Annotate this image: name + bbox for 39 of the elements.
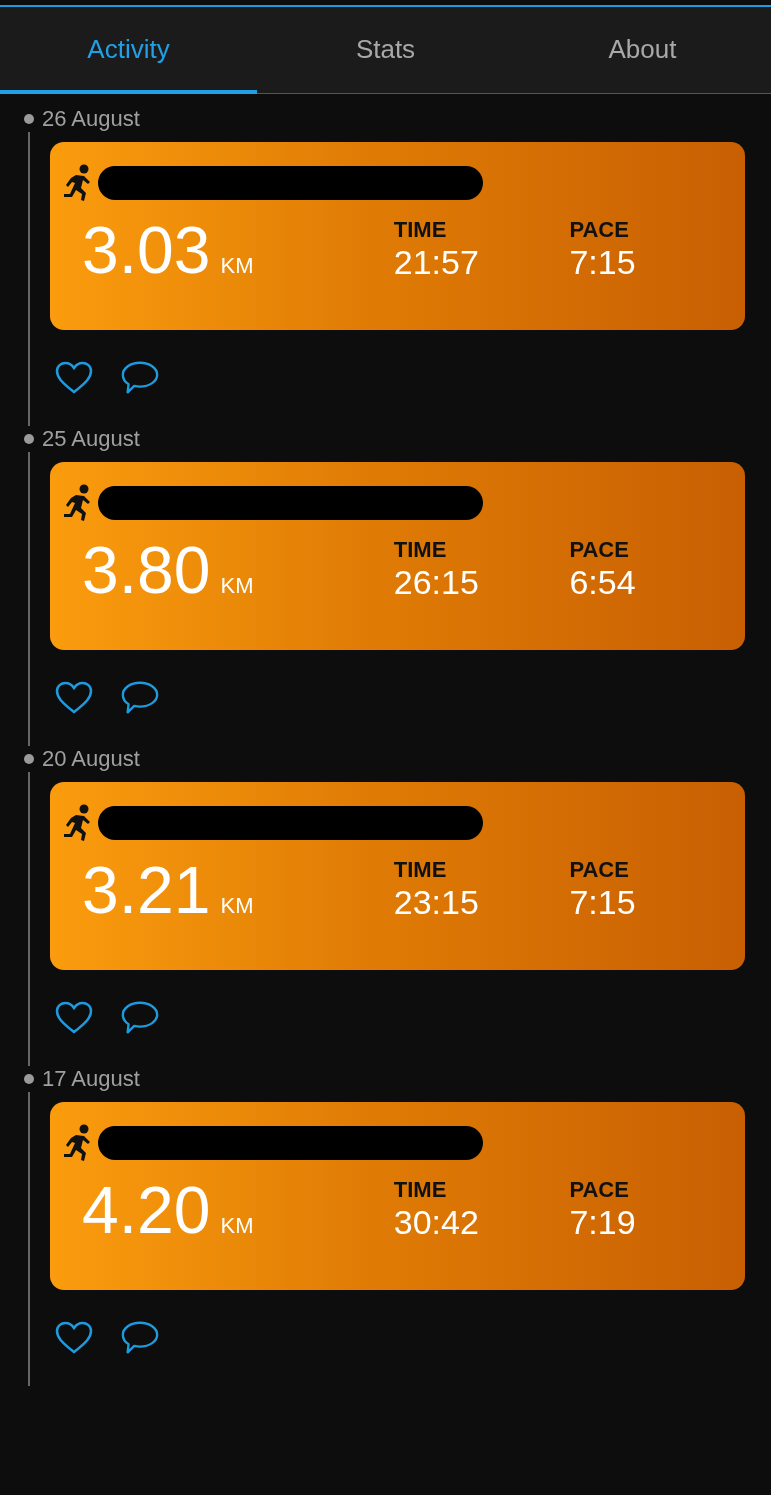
time-label: TIME [393,857,448,883]
pace-value: 7:15 [569,883,637,922]
timeline-dot [24,434,34,444]
pace-label: PACE [569,1177,630,1203]
time-value: 23:15 [393,883,480,922]
time-label: TIME [393,537,448,563]
timeline-dot [24,754,34,764]
time-value: 26:15 [393,563,480,602]
timeline-dot [24,1074,34,1084]
distance-value: 4.20 [82,1172,211,1248]
activity-card[interactable]: 3.03 KM TIME 21:57 PACE 7:15 [50,142,745,330]
time-label: TIME [393,1177,448,1203]
distance-value: 3.03 [82,212,211,288]
pace-label: PACE [569,217,630,243]
pace-value: 7:19 [569,1203,637,1242]
distance-value: 3.80 [82,532,211,608]
distance-unit: KM [220,573,254,599]
distance-unit: KM [220,1213,254,1239]
distance-value: 3.21 [82,852,211,928]
timeline-dot [24,114,34,124]
pace-value: 7:15 [569,243,637,282]
activity-date: 26 August [42,106,140,132]
pace-label: PACE [569,857,630,883]
tab[interactable]: Activity [0,7,257,94]
distance-unit: KM [220,253,254,279]
activity-card[interactable]: 3.21 KM TIME 23:15 PACE 7:15 [50,782,745,970]
activity-date: 17 August [42,1066,140,1092]
time-label: TIME [393,217,448,243]
activity-card[interactable]: 3.80 KM TIME 26:15 PACE 6:54 [50,462,745,650]
activity-date: 20 August [42,746,140,772]
distance-unit: KM [220,893,254,919]
time-value: 30:42 [393,1203,480,1242]
pace-value: 6:54 [569,563,637,602]
time-value: 21:57 [393,243,480,282]
tab[interactable]: About [514,7,771,94]
activity-date: 25 August [42,426,140,452]
tab[interactable]: Stats [257,7,514,94]
pace-label: PACE [569,537,630,563]
activity-card[interactable]: 4.20 KM TIME 30:42 PACE 7:19 [50,1102,745,1290]
